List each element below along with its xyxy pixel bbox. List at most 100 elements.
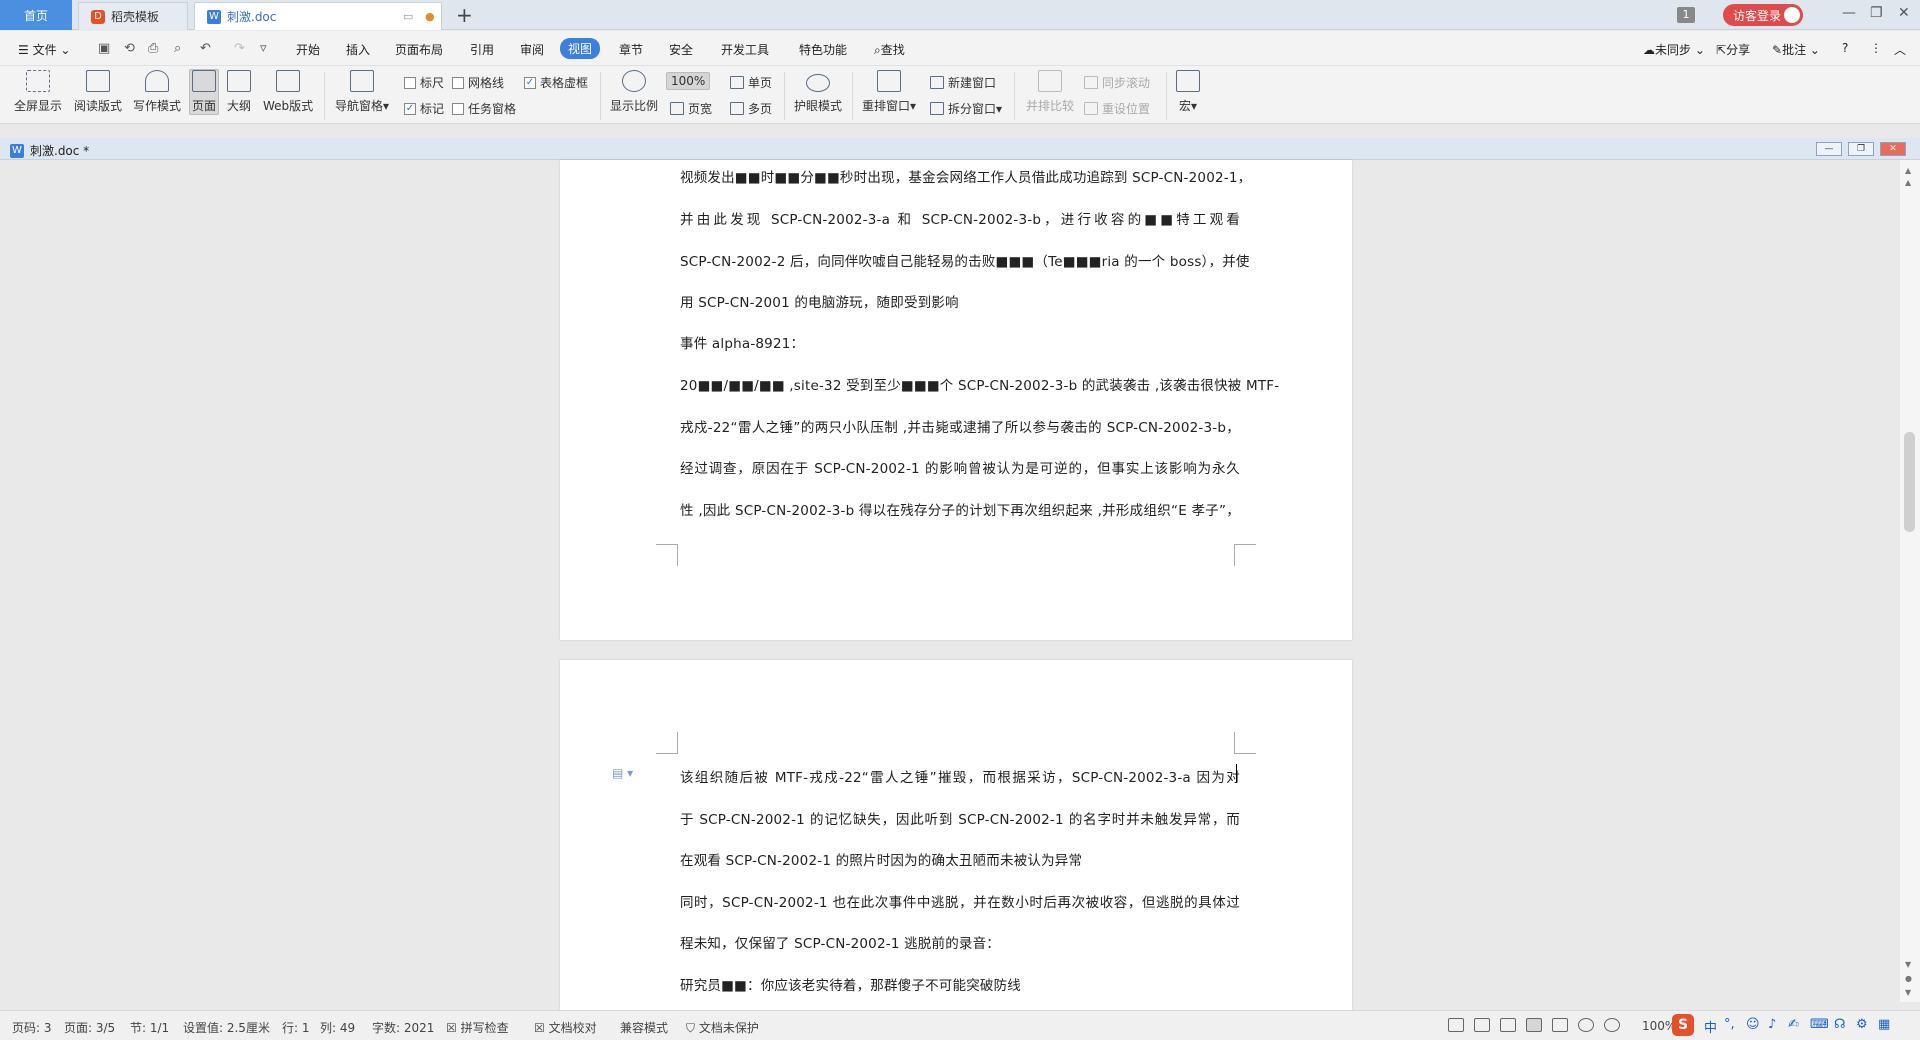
sync-scroll-button[interactable]: 同步滚动 [1084, 74, 1150, 91]
page-view-status-icon[interactable] [1526, 1018, 1542, 1032]
rearrange-windows-button[interactable]: 重排窗口▾ [862, 70, 916, 114]
headset-icon[interactable]: ☊ [1834, 1017, 1846, 1032]
reading-mode-status-icon[interactable] [1474, 1018, 1490, 1032]
menu-references[interactable]: 引用 [470, 41, 494, 58]
tab-home[interactable]: 首页 [0, 0, 72, 30]
zoom-100-button[interactable]: 100% [666, 72, 711, 90]
comment-button[interactable]: ✎批注 ⌄ [1772, 41, 1820, 58]
sync-status-button[interactable]: ☁未同步 ⌄ [1643, 41, 1705, 58]
close-icon[interactable]: ✕ [1898, 5, 1910, 21]
skin-icon[interactable]: ⚙ [1856, 1017, 1868, 1032]
outline-status-icon[interactable] [1552, 1018, 1568, 1032]
new-tab-plus-icon[interactable]: + [456, 3, 473, 27]
punctuation-icon[interactable]: °, [1724, 1017, 1735, 1032]
fullscreen-button[interactable]: 全屏显示 [14, 70, 62, 114]
reset-position-button[interactable]: 重设位置 [1084, 100, 1150, 117]
menu-insert[interactable]: 插入 [346, 41, 370, 58]
setting-value[interactable]: 设置值: 2.5厘米 [183, 1019, 270, 1036]
marks-checkbox[interactable]: ✓ 标记 [404, 100, 444, 117]
word-count[interactable]: 字数: 2021 [372, 1019, 434, 1036]
spell-check-button[interactable]: ☒ 拼写检查 [446, 1019, 509, 1036]
file-menu[interactable]: ☰ 文件 ⌄ [18, 41, 70, 58]
prev-page-icon[interactable]: ▲ [1905, 178, 1911, 187]
navigation-pane-button[interactable]: 导航窗格▾ [335, 70, 389, 114]
web-layout-status-icon[interactable] [1578, 1018, 1594, 1032]
sogou-ime-icon[interactable]: S [1672, 1014, 1694, 1036]
protection-status-button[interactable]: ⛉ 文档未保护 [686, 1019, 759, 1036]
tab-monitor-icon[interactable]: ▭ [403, 10, 413, 23]
web-layout-button[interactable]: Web版式 [263, 70, 313, 114]
doc-close-icon[interactable]: ✕ [1880, 142, 1906, 156]
handwriting-icon[interactable]: ✍ [1788, 1017, 1799, 1032]
proofread-button[interactable]: ☒ 文档校对 [534, 1019, 597, 1036]
cloud-save-icon[interactable]: ⟲ [124, 41, 135, 56]
document-page[interactable]: 视频发出■■时■■分■■秒时出现，基金会网络工作人员借此成功追踪到 SCP-CN… [560, 160, 1352, 640]
customize-qa-icon[interactable]: ▿ [260, 41, 267, 56]
macro-button[interactable]: 宏▾ [1176, 70, 1200, 114]
doc-restore-icon[interactable]: ❐ [1848, 142, 1874, 156]
reading-layout-button[interactable]: 阅读版式 [74, 70, 122, 114]
split-window-button[interactable]: 拆分窗口 ▾ [930, 100, 1002, 117]
more-options-icon[interactable]: ⋮ [1870, 41, 1882, 55]
ime-language[interactable]: 中 [1704, 1017, 1717, 1036]
fullscreen-status-icon[interactable] [1448, 1018, 1464, 1032]
search-button[interactable]: ⌕查找 [874, 41, 905, 58]
save-icon[interactable]: ▣ [98, 41, 110, 56]
restore-icon[interactable]: ❐ [1870, 5, 1883, 21]
share-button[interactable]: ⇱分享 [1716, 41, 1750, 58]
gridlines-checkbox[interactable]: 网格线 [452, 74, 504, 91]
menu-home[interactable]: 开始 [296, 41, 320, 58]
outline-view-button[interactable]: 大纲 [227, 70, 251, 114]
menu-developer[interactable]: 开发工具 [721, 41, 769, 58]
voice-icon[interactable]: ♪ [1768, 1017, 1776, 1032]
eye-protection-status-icon[interactable] [1604, 1018, 1620, 1032]
ruler-checkbox[interactable]: 标尺 [404, 74, 444, 91]
scroll-up-icon[interactable]: ▲ [1905, 166, 1911, 175]
table-gridlines-checkbox[interactable]: ✓ 表格虚框 [524, 74, 588, 91]
tab-docer-templates[interactable]: D 稻壳模板 [78, 2, 188, 30]
print-preview-icon[interactable]: ⌕ [174, 41, 181, 56]
document-page[interactable]: ▤ ▾ 该组织随后被 MTF-戎戍-22“雷人之锤”摧毁，而根据采访，SCP-C… [560, 660, 1352, 1010]
minimize-icon[interactable]: — [1842, 5, 1856, 21]
doc-minimize-icon[interactable]: — [1816, 142, 1842, 156]
tab-document[interactable]: W 刺激.doc ▭ ● [194, 2, 442, 30]
next-page-icon[interactable]: ▼ [1905, 988, 1911, 997]
print-icon[interactable]: ⎙ [148, 41, 158, 56]
keyboard-icon[interactable]: ⌨ [1810, 1017, 1829, 1032]
window-count-badge[interactable]: 1 [1677, 7, 1695, 23]
section-info[interactable]: 节: 1/1 [130, 1019, 169, 1036]
page-count[interactable]: 页面: 3/5 [64, 1019, 115, 1036]
new-window-button[interactable]: 新建窗口 [930, 74, 996, 91]
page-view-button[interactable]: 页面 [189, 69, 220, 115]
collapse-ribbon-icon[interactable]: ︿ [1894, 41, 1906, 58]
side-by-side-button[interactable]: 并排比较 [1026, 70, 1074, 114]
paragraph-handle-icon[interactable]: ▤ ▾ [612, 766, 633, 780]
writing-mode-button[interactable]: 写作模式 [133, 70, 181, 114]
select-browse-object-icon[interactable]: ● [1905, 974, 1912, 983]
menu-page-layout[interactable]: 页面布局 [395, 41, 443, 58]
help-button[interactable]: ? [1842, 41, 1848, 55]
scrollbar-thumb[interactable] [1904, 432, 1915, 532]
eye-protection-button[interactable]: 护眼模式 [794, 70, 842, 114]
menu-review[interactable]: 审阅 [520, 41, 544, 58]
menu-chapter[interactable]: 章节 [619, 41, 643, 58]
redo-icon[interactable]: ↷ [234, 41, 245, 56]
menu-security[interactable]: 安全 [669, 41, 693, 58]
task-pane-checkbox[interactable]: 任务窗格 [452, 100, 516, 117]
guest-login-button[interactable]: 访客登录 [1723, 4, 1803, 26]
writing-mode-status-icon[interactable] [1500, 1018, 1516, 1032]
single-page-button[interactable]: 单页 [730, 74, 772, 91]
page-number[interactable]: 页码: 3 [12, 1019, 52, 1036]
scroll-down-icon[interactable]: ▼ [1905, 960, 1911, 969]
toolbox-icon[interactable]: ▦ [1878, 1017, 1890, 1032]
menu-special-features[interactable]: 特色功能 [799, 41, 847, 58]
vertical-scrollbar[interactable]: ▲ ▲ ▼ ● ▼ [1900, 160, 1920, 1002]
rearrange-label: 重排窗口▾ [862, 99, 917, 113]
emoji-icon[interactable]: ☺ [1746, 1017, 1760, 1032]
menu-view[interactable]: 视图 [560, 38, 601, 59]
undo-icon[interactable]: ↶ [200, 41, 211, 56]
page-width-button[interactable]: 页宽 [670, 100, 712, 117]
zoom-ratio-button[interactable]: 显示比例 [610, 70, 658, 114]
multi-page-button[interactable]: 多页 [730, 100, 772, 117]
search-label: 查找 [880, 43, 905, 57]
